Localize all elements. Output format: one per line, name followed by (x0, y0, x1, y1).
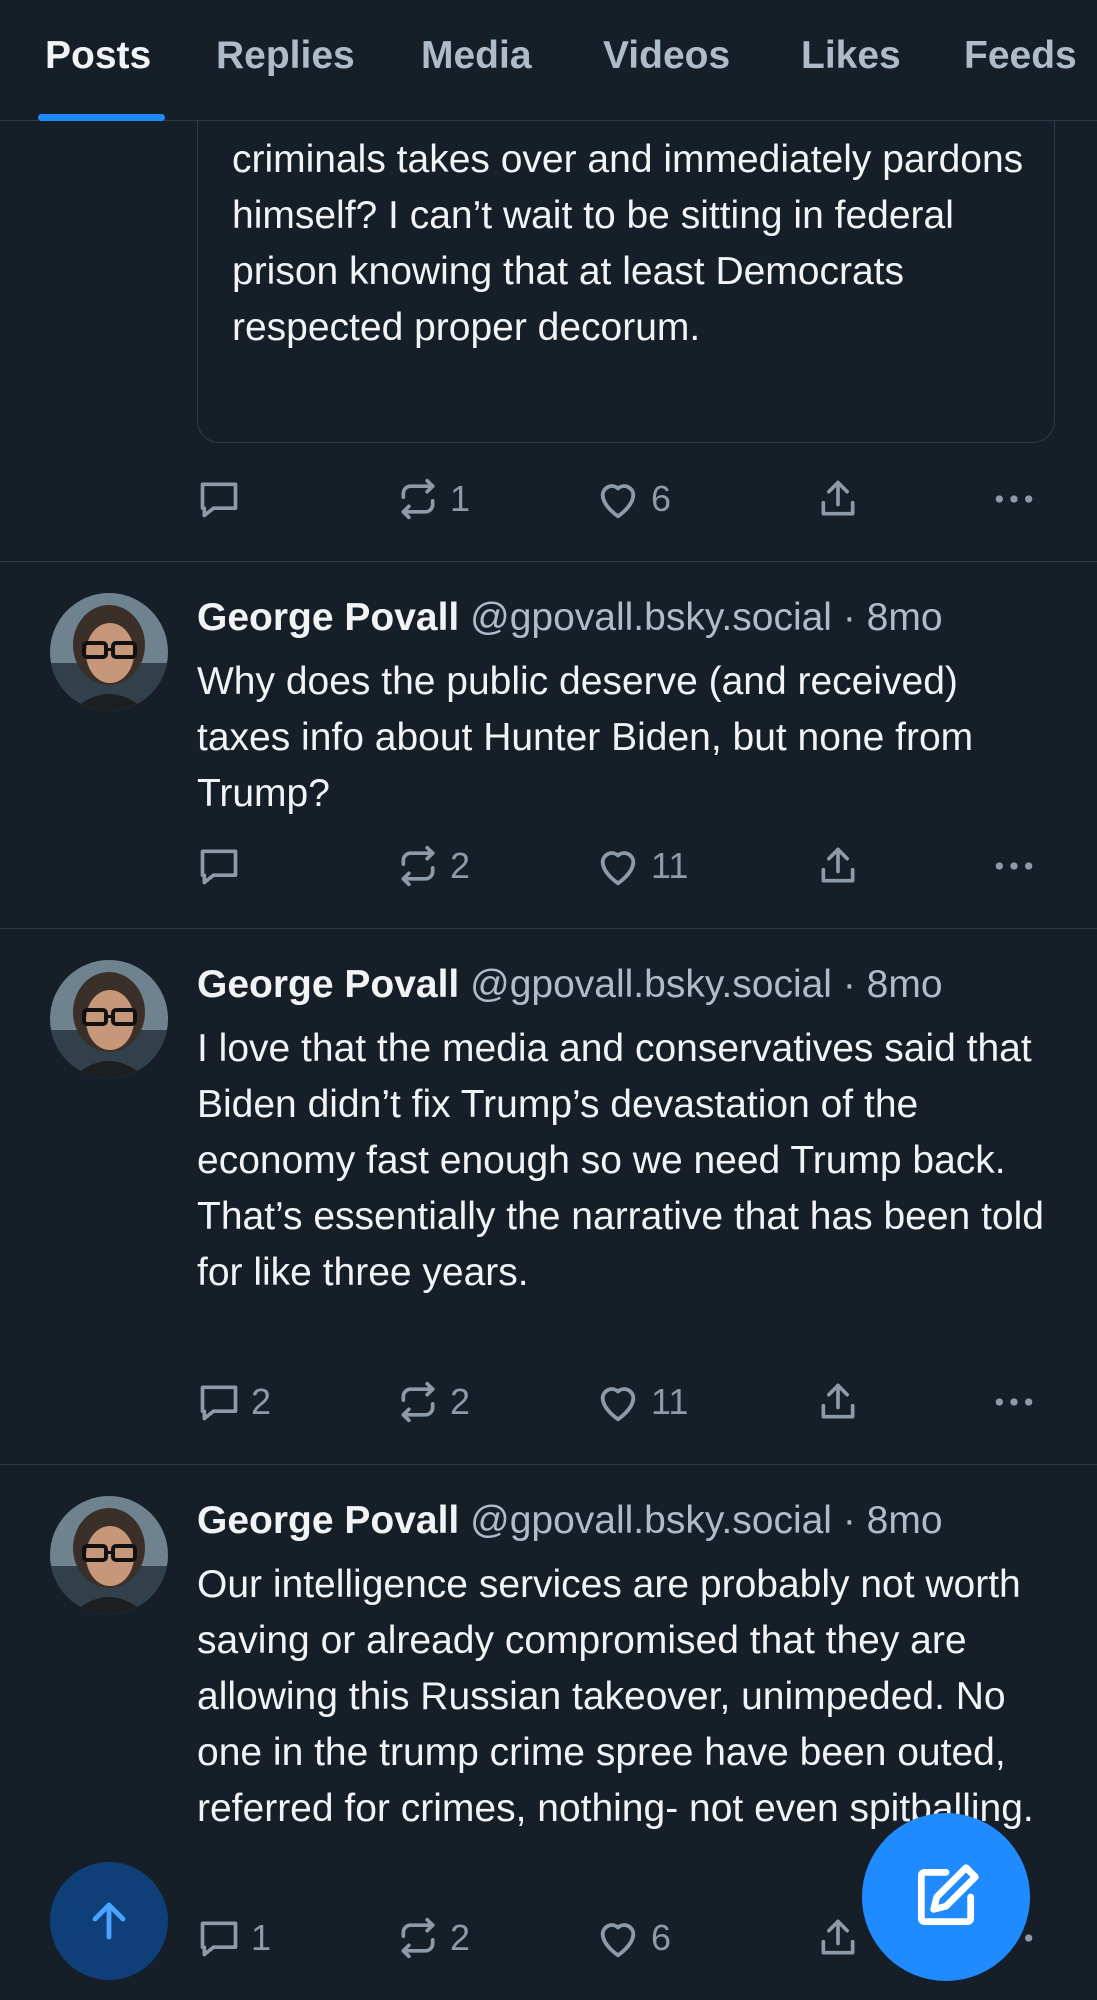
post-divider (0, 928, 1097, 929)
avatar[interactable] (50, 593, 168, 711)
reply-button[interactable] (197, 841, 251, 891)
tab-feeds[interactable]: Feeds (964, 34, 1077, 78)
like-button[interactable]: 11 (595, 1377, 688, 1427)
speech-bubble-icon (200, 1385, 238, 1421)
post-header: George Povall @gpovall.bsky.social · 8mo (197, 594, 943, 642)
tab-videos[interactable]: Videos (603, 34, 730, 78)
active-tab-indicator (38, 114, 165, 121)
repost-arrows-icon (401, 1381, 435, 1423)
speech-bubble-icon (200, 1921, 238, 1957)
share-upload-icon (821, 480, 855, 516)
tab-replies[interactable]: Replies (216, 34, 355, 78)
quoted-post-card[interactable]: criminals takes over and immediately par… (197, 80, 1055, 443)
tab-media[interactable]: Media (421, 34, 532, 78)
more-options-button[interactable] (990, 474, 1038, 524)
speech-bubble-icon (200, 482, 238, 518)
ellipsis-icon (995, 495, 1033, 503)
like-count: 11 (651, 845, 689, 886)
share-upload-icon (821, 1919, 855, 1955)
post-timestamp[interactable]: · 8mo (843, 596, 943, 639)
repost-button[interactable]: 1 (396, 474, 470, 524)
share-upload-icon (821, 1383, 855, 1419)
share-button[interactable] (816, 1913, 860, 1963)
heart-icon (600, 1923, 636, 1958)
author-handle[interactable]: @gpovall.bsky.social (470, 1499, 832, 1542)
post-divider (0, 561, 1097, 562)
repost-arrows-icon (401, 478, 435, 520)
author-name[interactable]: George Povall (197, 596, 459, 639)
repost-arrows-icon (401, 1917, 435, 1959)
reply-count: 2 (251, 1381, 272, 1422)
post-text: I love that the media and conservatives … (197, 1027, 1044, 1294)
heart-icon (600, 1387, 636, 1422)
like-count: 6 (651, 478, 672, 519)
like-button[interactable]: 6 (595, 474, 671, 524)
scroll-to-top-button[interactable] (50, 1862, 168, 1980)
like-button[interactable]: 11 (595, 841, 688, 891)
reply-button[interactable] (197, 474, 251, 524)
author-handle[interactable]: @gpovall.bsky.social (470, 596, 832, 639)
arrow-up-icon (92, 1902, 126, 1940)
tab-posts[interactable]: Posts (45, 34, 151, 78)
post-divider (0, 1464, 1097, 1465)
post-header: George Povall @gpovall.bsky.social · 8mo (197, 961, 943, 1009)
ellipsis-icon (995, 862, 1033, 870)
post-timestamp[interactable]: · 8mo (843, 1499, 943, 1542)
more-options-button[interactable] (990, 1377, 1038, 1427)
repost-button[interactable]: 2 (396, 1913, 470, 1963)
repost-count: 1 (450, 478, 471, 519)
author-handle[interactable]: @gpovall.bsky.social (470, 963, 832, 1006)
quoted-post-text: criminals takes over and immediately par… (232, 138, 1024, 349)
share-button[interactable] (816, 474, 860, 524)
repost-button[interactable]: 2 (396, 841, 470, 891)
repost-count: 2 (450, 1917, 471, 1958)
speech-bubble-icon (200, 849, 238, 885)
heart-icon (600, 484, 636, 519)
post-header: George Povall @gpovall.bsky.social · 8mo (197, 1497, 943, 1545)
more-options-button[interactable] (990, 841, 1038, 891)
repost-count: 2 (450, 845, 471, 886)
like-button[interactable]: 6 (595, 1913, 671, 1963)
reply-button[interactable]: 1 (197, 1913, 271, 1963)
post-text: Why does the public deserve (and receive… (197, 660, 974, 815)
post-text: Our intelligence services are probably n… (197, 1563, 1034, 1830)
share-upload-icon (821, 847, 855, 883)
repost-count: 2 (450, 1381, 471, 1422)
compose-post-button[interactable] (862, 1813, 1030, 1981)
repost-button[interactable]: 2 (396, 1377, 470, 1427)
share-button[interactable] (816, 841, 860, 891)
heart-icon (600, 851, 636, 886)
post-timestamp[interactable]: · 8mo (843, 963, 943, 1006)
profile-tab-bar: Posts Replies Media Videos Likes Feeds (0, 0, 1097, 121)
like-count: 11 (651, 1381, 689, 1422)
avatar[interactable] (50, 960, 168, 1078)
repost-arrows-icon (401, 845, 435, 887)
author-name[interactable]: George Povall (197, 1499, 459, 1542)
reply-button[interactable]: 2 (197, 1377, 271, 1427)
tab-likes[interactable]: Likes (801, 34, 901, 78)
reply-count: 1 (251, 1917, 272, 1958)
like-count: 6 (651, 1917, 672, 1958)
compose-pencil-icon (917, 1864, 979, 1926)
author-name[interactable]: George Povall (197, 963, 459, 1006)
share-button[interactable] (816, 1377, 860, 1427)
avatar[interactable] (50, 1496, 168, 1614)
ellipsis-icon (995, 1398, 1033, 1406)
